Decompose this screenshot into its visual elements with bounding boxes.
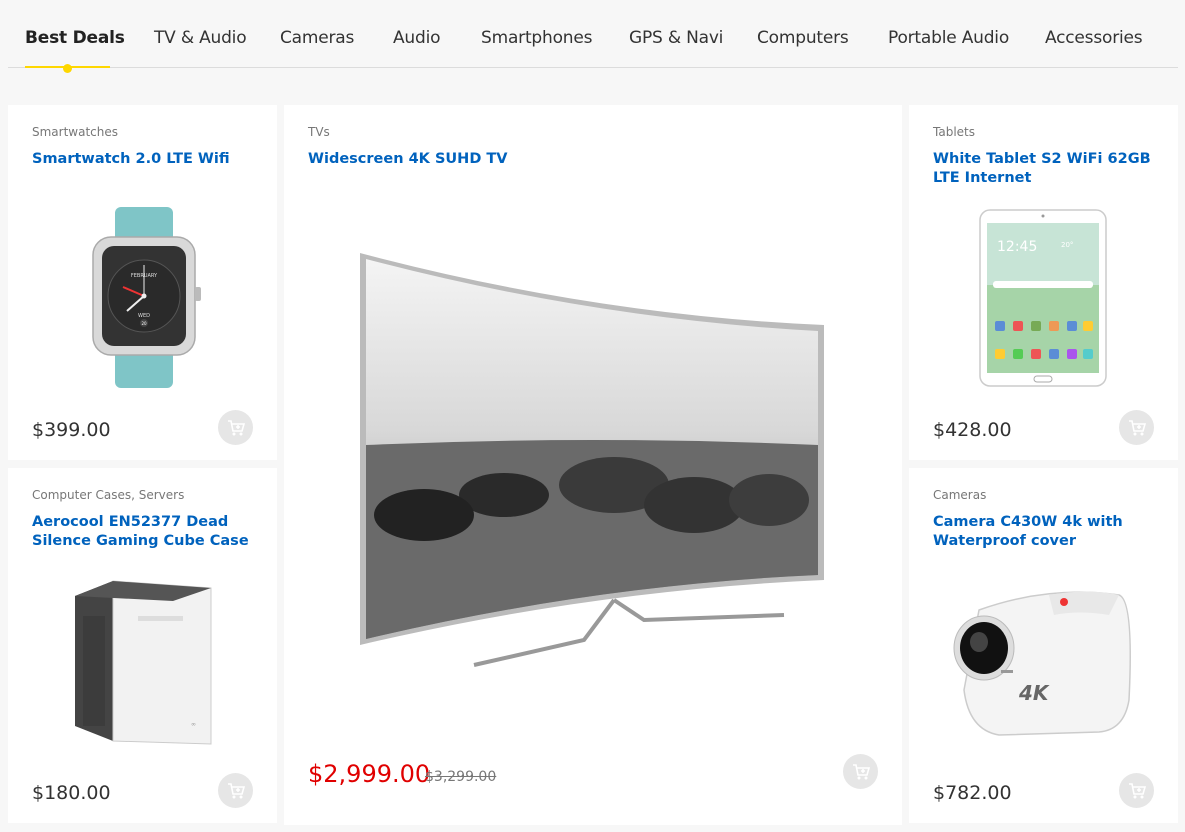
tab-audio[interactable]: Audio (393, 28, 441, 48)
add-to-cart-icon (1128, 782, 1146, 798)
add-to-cart-button[interactable] (843, 754, 878, 789)
product-price: $180.00 (32, 782, 111, 804)
product-sale-price: $2,999.00 (308, 760, 431, 788)
tab-portable-audio[interactable]: Portable Audio (888, 28, 1009, 48)
watch-day: WED (138, 313, 150, 319)
product-card-pc-case[interactable]: Computer Cases, Servers Aerocool EN52377… (8, 468, 277, 823)
tab-tv-audio[interactable]: TV & Audio (154, 28, 247, 48)
tab-smartphones[interactable]: Smartphones (481, 28, 592, 48)
camera-label: 4K (1018, 681, 1050, 705)
category-tabs: Best Deals TV & Audio Cameras Audio Smar… (8, 0, 1178, 73)
product-title[interactable]: White Tablet S2 WiFi 62GB LTE Internet (933, 150, 1153, 188)
product-category[interactable]: TVs (308, 125, 330, 139)
product-category[interactable]: Cameras (933, 488, 986, 502)
tablet-time: 12:45 (997, 239, 1037, 255)
add-to-cart-icon (227, 419, 245, 435)
tab-gps-navi[interactable]: GPS & Navi (629, 28, 723, 48)
product-card-smartwatch[interactable]: Smartwatches Smartwatch 2.0 LTE Wifi FEB… (8, 105, 277, 460)
product-category[interactable]: Computer Cases, Servers (32, 488, 184, 502)
active-tab-dot (63, 64, 72, 73)
add-to-cart-button[interactable] (1119, 773, 1154, 808)
add-to-cart-button[interactable] (218, 410, 253, 445)
tab-best-deals[interactable]: Best Deals (25, 28, 125, 48)
product-old-price: $3,299.00 (425, 769, 497, 785)
tablet-image[interactable]: 12:45 20° (979, 209, 1107, 387)
product-title[interactable]: Widescreen 4K SUHD TV (308, 150, 708, 169)
tab-cameras[interactable]: Cameras (280, 28, 354, 48)
product-price: $428.00 (933, 419, 1012, 441)
add-to-cart-icon (852, 763, 870, 779)
add-to-cart-icon (227, 782, 245, 798)
product-title[interactable]: Aerocool EN52377 Dead Silence Gaming Cub… (32, 513, 252, 551)
tablet-temp: 20° (1061, 241, 1073, 249)
smartwatch-image[interactable]: FEBRUARY WED 20 (83, 205, 208, 390)
tab-computers[interactable]: Computers (757, 28, 849, 48)
action-camera-image[interactable]: 4K (949, 580, 1139, 740)
product-category[interactable]: Tablets (933, 125, 975, 139)
product-card-tv[interactable]: TVs Widescreen 4K SUHD TV $2,999.00 $3,2… (284, 105, 902, 825)
add-to-cart-button[interactable] (1119, 410, 1154, 445)
add-to-cart-icon (1128, 419, 1146, 435)
product-price: $399.00 (32, 419, 111, 441)
product-card-tablet[interactable]: Tablets White Tablet S2 WiFi 62GB LTE In… (909, 105, 1178, 460)
tab-accessories[interactable]: Accessories (1045, 28, 1143, 48)
watch-date: 20 (141, 321, 147, 326)
add-to-cart-button[interactable] (218, 773, 253, 808)
pc-case-image[interactable]: ∞ (53, 576, 233, 746)
curved-tv-image[interactable] (324, 245, 864, 675)
product-title[interactable]: Camera C430W 4k with Waterproof cover (933, 513, 1153, 551)
product-price: $782.00 (933, 782, 1012, 804)
product-card-camera[interactable]: Cameras Camera C430W 4k with Waterproof … (909, 468, 1178, 823)
product-title[interactable]: Smartwatch 2.0 LTE Wifi (32, 150, 252, 169)
product-category[interactable]: Smartwatches (32, 125, 118, 139)
svg-text:∞: ∞ (191, 721, 196, 728)
